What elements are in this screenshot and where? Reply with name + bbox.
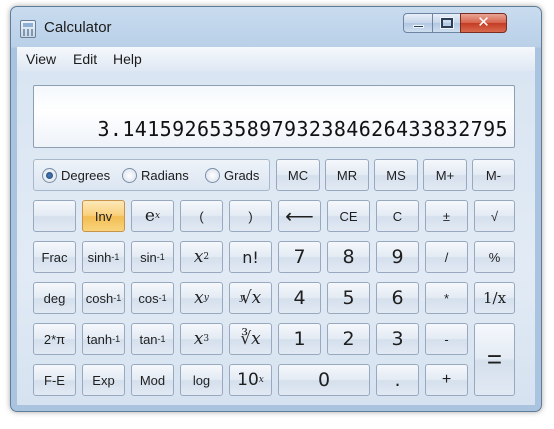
mc-button[interactable]: MC (276, 159, 320, 191)
sinh-inverse-button[interactable]: sinh -1 (82, 241, 125, 273)
equals-button[interactable]: = (474, 323, 515, 396)
exp-button[interactable]: Exp (82, 364, 125, 396)
m-minus-button[interactable]: M- (472, 159, 515, 191)
sqrt-button[interactable]: √ (474, 200, 515, 232)
digit-5-button[interactable]: 5 (327, 282, 370, 314)
menu-help[interactable]: Help (113, 51, 142, 67)
calculator-icon (20, 20, 36, 38)
x-squared-base: x (193, 247, 204, 267)
display: 3.1415926535897932384626433832795 (33, 85, 515, 148)
sin-label: sin (140, 249, 157, 265)
reciprocal-button[interactable]: 1/x (474, 282, 515, 314)
window-title: Calculator (44, 19, 112, 36)
cosh-label: cosh (85, 290, 114, 306)
cube-root-button[interactable]: ∛x (229, 323, 272, 355)
deg-button[interactable]: deg (33, 282, 76, 314)
menu-view[interactable]: View (26, 51, 56, 67)
digit-9-button[interactable]: 9 (376, 241, 419, 273)
sinh-label: sinh (87, 249, 112, 265)
maximize-icon (440, 17, 454, 29)
backspace-icon: ⟵ (285, 205, 314, 228)
tan-label: tan (139, 331, 158, 347)
ten-power-x-base: 10 (237, 370, 259, 390)
cube-root-label: ∛x (240, 329, 261, 349)
backspace-button[interactable]: ⟵ (278, 200, 321, 232)
digit-4-button[interactable]: 4 (278, 282, 321, 314)
tanh-label: tanh (86, 331, 113, 347)
digit-7-button[interactable]: 7 (278, 241, 321, 273)
calculator-window: Calculator ✕ View Edit Help 3.1415926535… (10, 6, 542, 412)
x-cubed-button[interactable]: x3 (180, 323, 223, 355)
title-bar[interactable]: Calculator ✕ (11, 7, 541, 45)
digit-8-button[interactable]: 8 (327, 241, 370, 273)
log-button[interactable]: log (180, 364, 223, 396)
inv-button[interactable]: Inv (82, 200, 125, 232)
digit-3-button[interactable]: 3 (376, 323, 419, 355)
digit-1-button[interactable]: 1 (278, 323, 321, 355)
blank-button (33, 200, 76, 232)
ms-button[interactable]: MS (374, 159, 418, 191)
digit-2-button[interactable]: 2 (327, 323, 370, 355)
ce-button[interactable]: CE (327, 200, 370, 232)
menu-bar: View Edit Help (17, 47, 535, 71)
c-button[interactable]: C (376, 200, 419, 232)
minimize-icon (413, 25, 424, 28)
y-root-label: √x (240, 288, 262, 308)
e-power-x-base: e (144, 206, 155, 226)
calculator-body: 3.1415926535897932384626433832795 Degree… (17, 71, 535, 405)
x-squared-button[interactable]: x2 (180, 241, 223, 273)
y-root-x-button[interactable]: y √x (229, 282, 272, 314)
menu-edit[interactable]: Edit (73, 51, 97, 67)
minimize-button[interactable] (403, 13, 433, 33)
sin-inverse-button[interactable]: sin -1 (131, 241, 174, 273)
angle-mode-group: Degrees Radians Grads (33, 159, 270, 191)
radio-radians-indicator (122, 168, 137, 183)
cosh-inverse-button[interactable]: cosh -1 (82, 282, 125, 314)
two-pi-button[interactable]: 2*π (33, 323, 76, 355)
f-e-button[interactable]: F-E (33, 364, 76, 396)
plus-minus-button[interactable]: ± (425, 200, 468, 232)
factorial-button[interactable]: n! (229, 241, 272, 273)
maximize-button[interactable] (432, 13, 461, 33)
radio-degrees-indicator (42, 168, 57, 183)
digit-0-button[interactable]: 0 (278, 364, 370, 396)
percent-button[interactable]: % (474, 241, 515, 273)
radio-grads-label: Grads (224, 168, 260, 183)
mr-button[interactable]: MR (325, 159, 369, 191)
e-power-x-button[interactable]: ex (131, 200, 174, 232)
x-power-y-button[interactable]: xy (180, 282, 223, 314)
cos-label: cos (138, 290, 159, 306)
plus-button[interactable]: + (425, 364, 468, 396)
close-icon: ✕ (477, 13, 490, 31)
digit-6-button[interactable]: 6 (376, 282, 419, 314)
tanh-inverse-button[interactable]: tanh -1 (82, 323, 125, 355)
close-button[interactable]: ✕ (460, 13, 507, 33)
open-paren-button[interactable]: ( (180, 200, 223, 232)
x-cubed-base: x (193, 329, 204, 349)
radio-radians-label: Radians (141, 168, 189, 183)
divide-button[interactable]: / (425, 241, 468, 273)
multiply-button[interactable]: * (425, 282, 468, 314)
m-plus-button[interactable]: M+ (423, 159, 467, 191)
ten-power-x-button[interactable]: 10 x (229, 364, 272, 396)
frac-button[interactable]: Frac (33, 241, 76, 273)
radio-grads-indicator (205, 168, 220, 183)
decimal-point-button[interactable]: . (376, 364, 419, 396)
mod-button[interactable]: Mod (131, 364, 174, 396)
close-paren-button[interactable]: ) (229, 200, 272, 232)
cos-inverse-button[interactable]: cos -1 (131, 282, 174, 314)
radio-degrees-label: Degrees (61, 168, 111, 183)
tan-inverse-button[interactable]: tan -1 (131, 323, 174, 355)
x-power-y-base: x (194, 288, 204, 308)
display-value: 3.1415926535897932384626433832795 (97, 117, 508, 141)
minus-button[interactable]: - (425, 323, 468, 355)
